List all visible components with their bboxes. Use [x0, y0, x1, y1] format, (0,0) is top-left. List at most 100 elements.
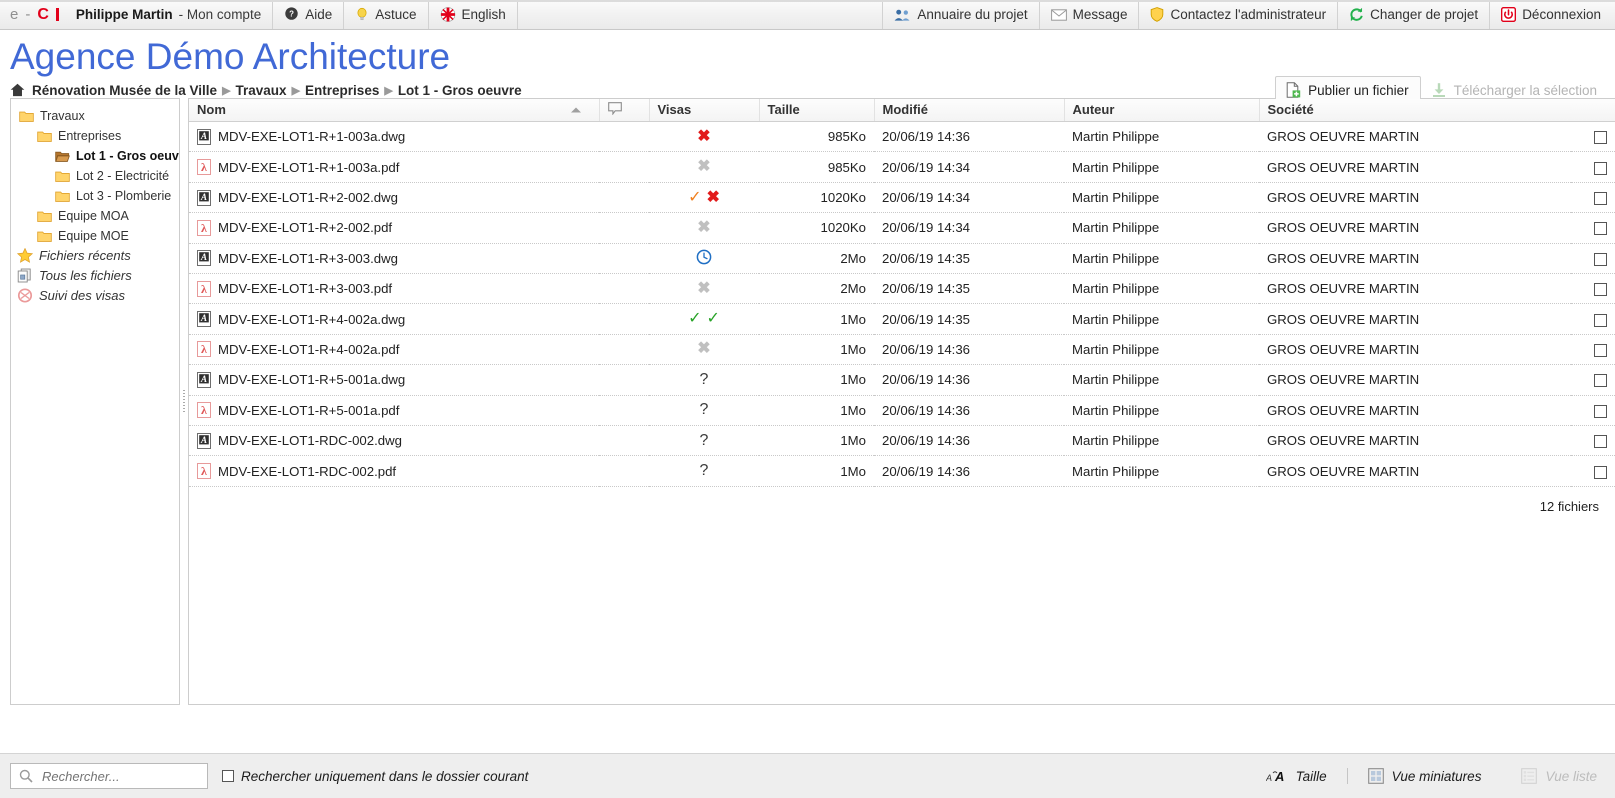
cell-select[interactable] [1571, 395, 1615, 425]
cell-select[interactable] [1571, 182, 1615, 212]
column-header-nom[interactable]: Nom [189, 99, 599, 122]
table-row[interactable]: AMDV-EXE-LOT1-R+1-003a.dwg✖985Ko20/06/19… [189, 122, 1615, 152]
breadcrumb-item-0[interactable]: Rénovation Musée de la Ville [32, 83, 217, 98]
table-row[interactable]: AMDV-EXE-LOT1-RDC-002.dwg?1Mo20/06/19 14… [189, 425, 1615, 455]
column-header-modifie[interactable]: Modifié [874, 99, 1064, 122]
thumbnail-view-button[interactable]: Vue miniatures [1347, 768, 1502, 784]
table-row[interactable]: λMDV-EXE-LOT1-R+2-002.pdf✖1020Ko20/06/19… [189, 213, 1615, 243]
sidebar-item-lot-3-plomberie[interactable]: Lot 3 - Plomberie [11, 186, 179, 206]
row-checkbox[interactable] [1594, 162, 1607, 175]
checkbox-box[interactable] [222, 770, 234, 782]
cell-comment[interactable] [599, 213, 649, 243]
cell-visas[interactable] [649, 243, 759, 273]
cell-file-name[interactable]: λMDV-EXE-LOT1-R+5-001a.pdf [189, 395, 599, 425]
message-link[interactable]: Message [1039, 0, 1139, 29]
cell-visas[interactable]: ? [649, 456, 759, 486]
column-header-comment[interactable] [599, 99, 649, 122]
user-account-link[interactable]: Philippe Martin - Mon compte [65, 0, 273, 29]
cell-visas[interactable]: ? [649, 365, 759, 395]
current-folder-only-checkbox[interactable]: Rechercher uniquement dans le dossier co… [222, 769, 528, 784]
row-checkbox[interactable] [1594, 374, 1607, 387]
cell-select[interactable] [1571, 334, 1615, 364]
cell-select[interactable] [1571, 213, 1615, 243]
row-checkbox[interactable] [1594, 314, 1607, 327]
table-row[interactable]: AMDV-EXE-LOT1-R+2-002.dwg✓✖1020Ko20/06/1… [189, 182, 1615, 212]
cell-select[interactable] [1571, 304, 1615, 334]
cell-file-name[interactable]: AMDV-EXE-LOT1-R+3-003.dwg [189, 243, 599, 273]
column-header-auteur[interactable]: Auteur [1064, 99, 1259, 122]
table-row[interactable]: λMDV-EXE-LOT1-R+3-003.pdf✖2Mo20/06/19 14… [189, 274, 1615, 304]
table-row[interactable]: AMDV-EXE-LOT1-R+4-002a.dwg✓✓1Mo20/06/19 … [189, 304, 1615, 334]
cell-comment[interactable] [599, 304, 649, 334]
sidebar-splitter[interactable] [180, 98, 188, 705]
cell-select[interactable] [1571, 274, 1615, 304]
cell-visas[interactable]: ✖ [649, 334, 759, 364]
cell-comment[interactable] [599, 365, 649, 395]
sidebar-item-fichiers-recents[interactable]: Fichiers récents [11, 246, 179, 266]
cell-select[interactable] [1571, 425, 1615, 455]
cell-file-name[interactable]: AMDV-EXE-LOT1-R+2-002.dwg [189, 182, 599, 212]
cell-select[interactable] [1571, 243, 1615, 273]
cell-file-name[interactable]: AMDV-EXE-LOT1-RDC-002.dwg [189, 425, 599, 455]
row-checkbox[interactable] [1594, 222, 1607, 235]
sidebar-item-equipe-moe[interactable]: Equipe MOE [11, 226, 179, 246]
project-directory-link[interactable]: Annuaire du projet [882, 0, 1038, 29]
breadcrumb-item-3[interactable]: Lot 1 - Gros oeuvre [398, 83, 522, 98]
search-box[interactable] [10, 763, 208, 789]
cell-file-name[interactable]: AMDV-EXE-LOT1-R+1-003a.dwg [189, 122, 599, 152]
table-row[interactable]: AMDV-EXE-LOT1-R+3-003.dwg2Mo20/06/19 14:… [189, 243, 1615, 273]
row-checkbox[interactable] [1594, 283, 1607, 296]
cell-comment[interactable] [599, 152, 649, 182]
size-button[interactable]: AA Taille [1246, 769, 1347, 784]
cell-visas[interactable]: ✖ [649, 122, 759, 152]
column-header-societe[interactable]: Société [1259, 99, 1571, 122]
table-row[interactable]: λMDV-EXE-LOT1-R+5-001a.pdf?1Mo20/06/19 1… [189, 395, 1615, 425]
cell-comment[interactable] [599, 334, 649, 364]
cell-visas[interactable]: ? [649, 395, 759, 425]
sidebar-item-entreprises[interactable]: Entreprises [11, 126, 179, 146]
tip-menu-item[interactable]: Astuce [344, 0, 428, 29]
row-checkbox[interactable] [1594, 192, 1607, 205]
cell-select[interactable] [1571, 365, 1615, 395]
column-header-taille[interactable]: Taille [759, 99, 874, 122]
cell-comment[interactable] [599, 456, 649, 486]
cell-visas[interactable]: ? [649, 425, 759, 455]
cell-file-name[interactable]: AMDV-EXE-LOT1-R+5-001a.dwg [189, 365, 599, 395]
cell-comment[interactable] [599, 182, 649, 212]
change-project-link[interactable]: Changer de projet [1337, 0, 1489, 29]
cell-select[interactable] [1571, 122, 1615, 152]
cell-file-name[interactable]: λMDV-EXE-LOT1-R+1-003a.pdf [189, 152, 599, 182]
breadcrumb-item-2[interactable]: Entreprises [305, 83, 379, 98]
logout-link[interactable]: Déconnexion [1489, 0, 1615, 29]
table-row[interactable]: AMDV-EXE-LOT1-R+5-001a.dwg?1Mo20/06/19 1… [189, 365, 1615, 395]
contact-admin-link[interactable]: Contactez l'administrateur [1138, 0, 1337, 29]
cell-visas[interactable]: ✓✖ [649, 182, 759, 212]
cell-select[interactable] [1571, 456, 1615, 486]
sidebar-item-lot-2-electricite[interactable]: Lot 2 - Electricité [11, 166, 179, 186]
breadcrumb-item-1[interactable]: Travaux [236, 83, 287, 98]
row-checkbox[interactable] [1594, 344, 1607, 357]
row-checkbox[interactable] [1594, 405, 1607, 418]
cell-file-name[interactable]: λMDV-EXE-LOT1-R+3-003.pdf [189, 274, 599, 304]
row-checkbox[interactable] [1594, 253, 1607, 266]
language-menu-item[interactable]: English [429, 0, 518, 29]
cell-visas[interactable]: ✖ [649, 213, 759, 243]
cell-visas[interactable]: ✖ [649, 274, 759, 304]
row-checkbox[interactable] [1594, 435, 1607, 448]
cell-comment[interactable] [599, 122, 649, 152]
cell-comment[interactable] [599, 395, 649, 425]
sidebar-item-travaux[interactable]: Travaux [11, 106, 179, 126]
cell-file-name[interactable]: λMDV-EXE-LOT1-RDC-002.pdf [189, 456, 599, 486]
column-header-visas[interactable]: Visas [649, 99, 759, 122]
column-header-select-all[interactable] [1571, 99, 1615, 122]
cell-file-name[interactable]: λMDV-EXE-LOT1-R+2-002.pdf [189, 213, 599, 243]
cell-visas[interactable]: ✓✓ [649, 304, 759, 334]
sidebar-item-lot-1-gros-oeuvre[interactable]: Lot 1 - Gros oeuvre [11, 146, 179, 166]
cell-select[interactable] [1571, 152, 1615, 182]
row-checkbox[interactable] [1594, 466, 1607, 479]
sidebar-item-suivi-des-visas[interactable]: Suivi des visas [11, 286, 179, 306]
search-input[interactable] [40, 768, 199, 785]
sidebar-item-equipe-moa[interactable]: Equipe MOA [11, 206, 179, 226]
cell-comment[interactable] [599, 243, 649, 273]
table-row[interactable]: λMDV-EXE-LOT1-R+1-003a.pdf✖985Ko20/06/19… [189, 152, 1615, 182]
